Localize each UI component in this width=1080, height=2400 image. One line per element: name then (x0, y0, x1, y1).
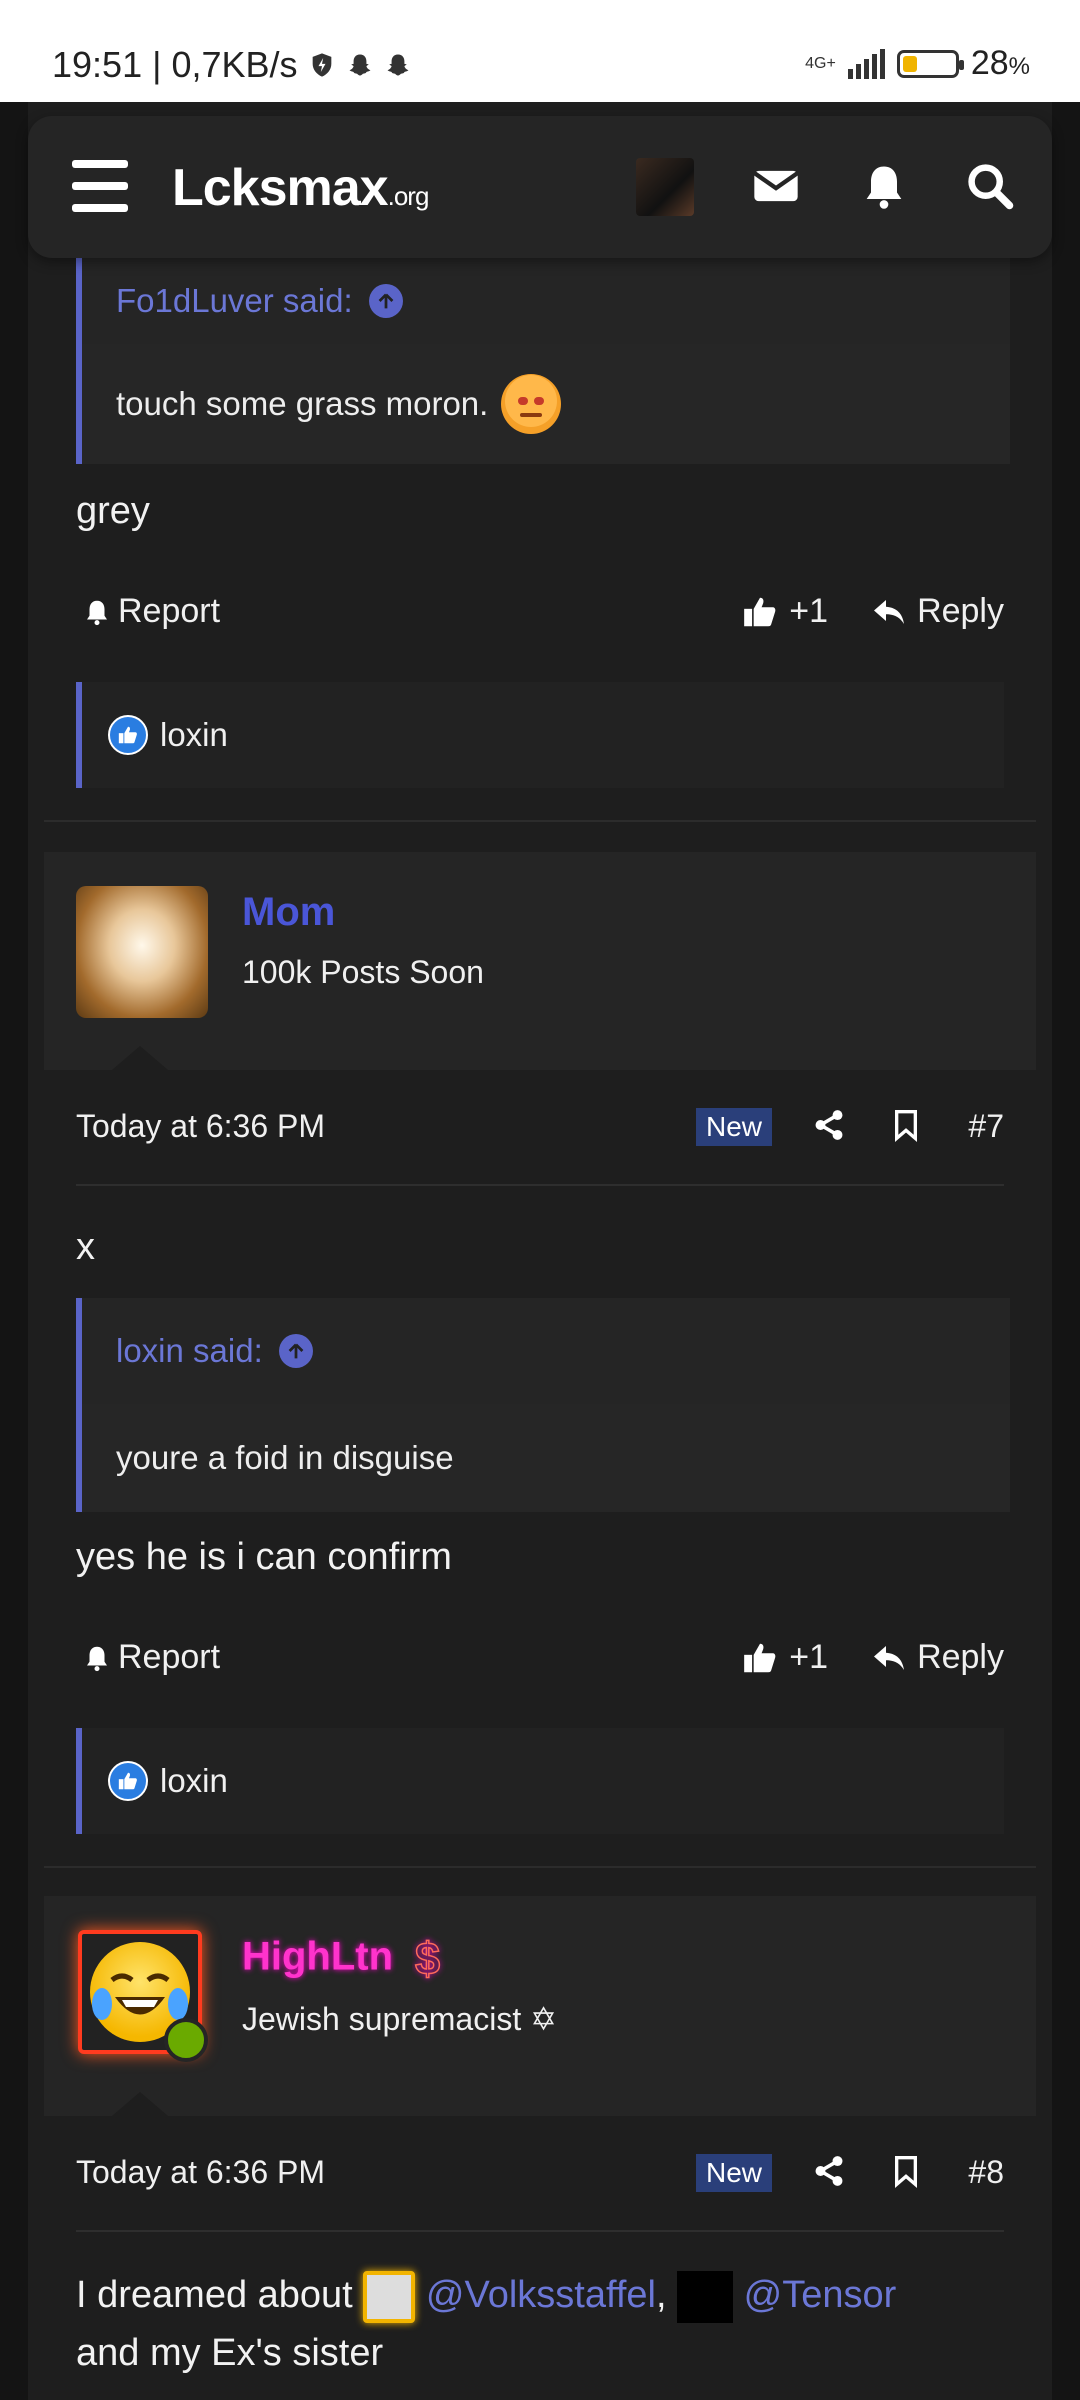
post-number[interactable]: #7 (968, 1108, 1004, 1145)
user-arrow (112, 1046, 168, 1070)
reply-icon (874, 599, 905, 624)
meta-divider (76, 2230, 1004, 2232)
reactions-bar[interactable]: loxin (76, 682, 1004, 788)
status-bar: 19:51 | 0,7KB/s 4G+ 28% (0, 0, 1080, 102)
mention-link[interactable]: @Tensor (744, 2274, 897, 2316)
avatar[interactable] (78, 1930, 208, 2062)
post-user-header: Mom 100k Posts Soon (44, 852, 1036, 1070)
post-actions: Report +1 Reply (76, 1628, 1004, 1688)
quote-header[interactable]: Fo1dLuver said: (82, 258, 1010, 344)
share-icon[interactable] (812, 2152, 846, 2190)
quote-text: youre a foid in disguise (116, 1439, 454, 1476)
user-title: 100k Posts Soon (242, 954, 484, 990)
mention-link[interactable]: @Volksstaffel (426, 2274, 656, 2316)
meta-divider (76, 1184, 1004, 1186)
like-button[interactable]: +1 (741, 592, 828, 631)
online-status-indicator (164, 2018, 208, 2062)
reactions-bar[interactable]: loxin (76, 1728, 1004, 1834)
status-bar-right: 4G+ 28% (805, 44, 1030, 83)
post-divider (44, 820, 1036, 822)
quote-block: Fo1dLuver said: touch some grass moron. (76, 258, 1010, 464)
user-title: Jewish supremacist ✡ (242, 2001, 557, 2037)
battery-percent: 28% (970, 44, 1030, 82)
reaction-user[interactable]: loxin (160, 1762, 228, 1800)
post-body: yes he is i can confirm (76, 1536, 452, 1578)
dollar-icon: $ (414, 1932, 441, 1985)
quote-header[interactable]: loxin said: (82, 1298, 1010, 1404)
post-body: grey (76, 490, 150, 532)
thumbs-up-icon (744, 597, 776, 626)
bookmark-icon[interactable] (890, 1106, 922, 1144)
snapchat-icon (387, 54, 409, 76)
mail-icon[interactable] (750, 160, 802, 212)
quote-block: loxin said: youre a foid in disguise (76, 1298, 1010, 1512)
site-logo[interactable]: Lcksmax.org (172, 158, 429, 218)
username[interactable]: HighLtn $ (242, 1932, 448, 1985)
status-time: 19:51 (52, 44, 143, 85)
like-reaction-icon (108, 1761, 148, 1801)
user-arrow (112, 2092, 168, 2116)
new-badge: New (696, 2154, 773, 2192)
battery-icon (896, 49, 964, 78)
post-meta: Today at 6:36 PM New #7 (76, 1096, 1004, 1156)
reply-icon (874, 1645, 905, 1670)
quote-body: touch some grass moron. (82, 344, 1010, 464)
avatar[interactable] (76, 886, 208, 1018)
post-text: x (76, 1226, 95, 1268)
status-speed: | 0,7KB/s (152, 44, 298, 85)
post-time[interactable]: Today at 6:36 PM (76, 2154, 325, 2191)
signal-icon (847, 48, 885, 79)
jump-to-quote-icon[interactable] (368, 284, 403, 318)
mention-avatar[interactable] (677, 2270, 734, 2323)
report-button[interactable]: Report (82, 1638, 220, 1677)
quote-author[interactable]: loxin said: (116, 1332, 263, 1370)
quote-text: touch some grass moron. (116, 385, 489, 422)
svg-text:$: $ (415, 1934, 440, 1984)
post-number[interactable]: #8 (968, 2154, 1004, 2191)
search-icon[interactable] (964, 160, 1016, 212)
snapchat-icon (349, 54, 371, 76)
top-navbar: Lcksmax.org (28, 116, 1052, 258)
mention-avatar[interactable] (363, 2270, 416, 2323)
username[interactable]: Mom (242, 890, 335, 935)
bookmark-icon[interactable] (890, 2152, 922, 2190)
bell-icon (87, 1646, 107, 1671)
jump-to-quote-icon[interactable] (278, 1334, 313, 1368)
share-icon[interactable] (812, 1106, 846, 1144)
post-user-header: HighLtn $ Jewish supremacist ✡ (44, 1896, 1036, 2116)
reply-button[interactable]: Reply (871, 1638, 1004, 1677)
bell-icon (87, 600, 107, 625)
thumbs-up-icon (744, 1643, 776, 1672)
status-bar-left: 19:51 | 0,7KB/s (52, 44, 412, 86)
post-divider (44, 1866, 1036, 1868)
new-badge: New (696, 1108, 773, 1146)
network-type: 4G+ (805, 54, 836, 72)
like-button[interactable]: +1 (741, 1638, 828, 1677)
post-meta: Today at 6:36 PM New #8 (76, 2142, 1004, 2202)
quote-author[interactable]: Fo1dLuver said: (116, 282, 353, 320)
post-body: I dreamed about @Volksstaffel, @Tensor a… (76, 2266, 1016, 2382)
menu-icon[interactable] (72, 160, 128, 212)
post-actions: Report +1 Reply (76, 582, 1004, 642)
vpn-shield-icon (312, 53, 331, 77)
user-avatar[interactable] (636, 158, 694, 216)
post-time[interactable]: Today at 6:36 PM (76, 1108, 325, 1145)
flushed-emoji-icon (501, 374, 562, 434)
report-button[interactable]: Report (82, 592, 220, 631)
reaction-user[interactable]: loxin (160, 716, 228, 754)
reply-button[interactable]: Reply (871, 592, 1004, 631)
quote-body: youre a foid in disguise (82, 1404, 1010, 1512)
bell-icon[interactable] (858, 160, 910, 212)
like-reaction-icon (108, 715, 148, 755)
